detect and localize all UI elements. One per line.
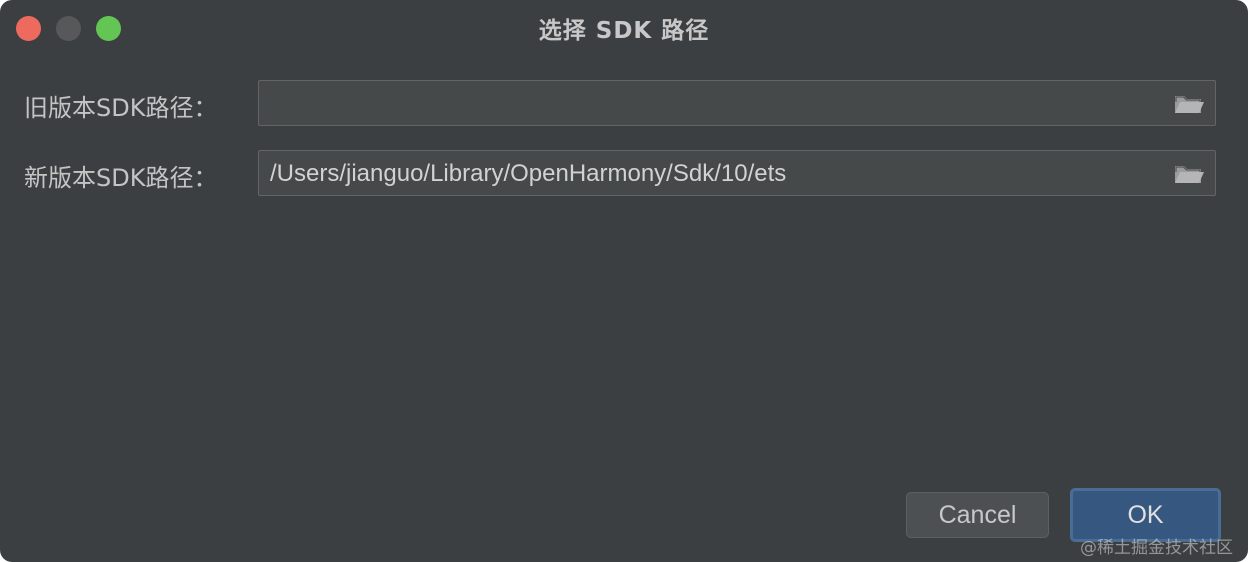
sdk-path-dialog: 选择 SDK 路径 旧版本SDK路径： 新版本SDK路径： /Users/jia… <box>0 0 1248 562</box>
title-bar[interactable]: 选择 SDK 路径 <box>0 0 1248 56</box>
cancel-button[interactable]: Cancel <box>906 492 1049 538</box>
dialog-title: 选择 SDK 路径 <box>538 18 710 44</box>
folder-open-icon[interactable] <box>1173 163 1205 185</box>
old-sdk-path-label: 旧版本SDK路径： <box>24 94 218 122</box>
new-sdk-path-label: 新版本SDK路径： <box>24 164 218 192</box>
new-sdk-path-value: /Users/jianguo/Library/OpenHarmony/Sdk/1… <box>270 160 787 187</box>
watermark: @稀土掘金技术社区 <box>1080 538 1233 558</box>
new-sdk-path-input[interactable]: /Users/jianguo/Library/OpenHarmony/Sdk/1… <box>258 150 1216 196</box>
old-sdk-path-input[interactable] <box>258 80 1216 126</box>
folder-open-icon[interactable] <box>1173 93 1205 115</box>
